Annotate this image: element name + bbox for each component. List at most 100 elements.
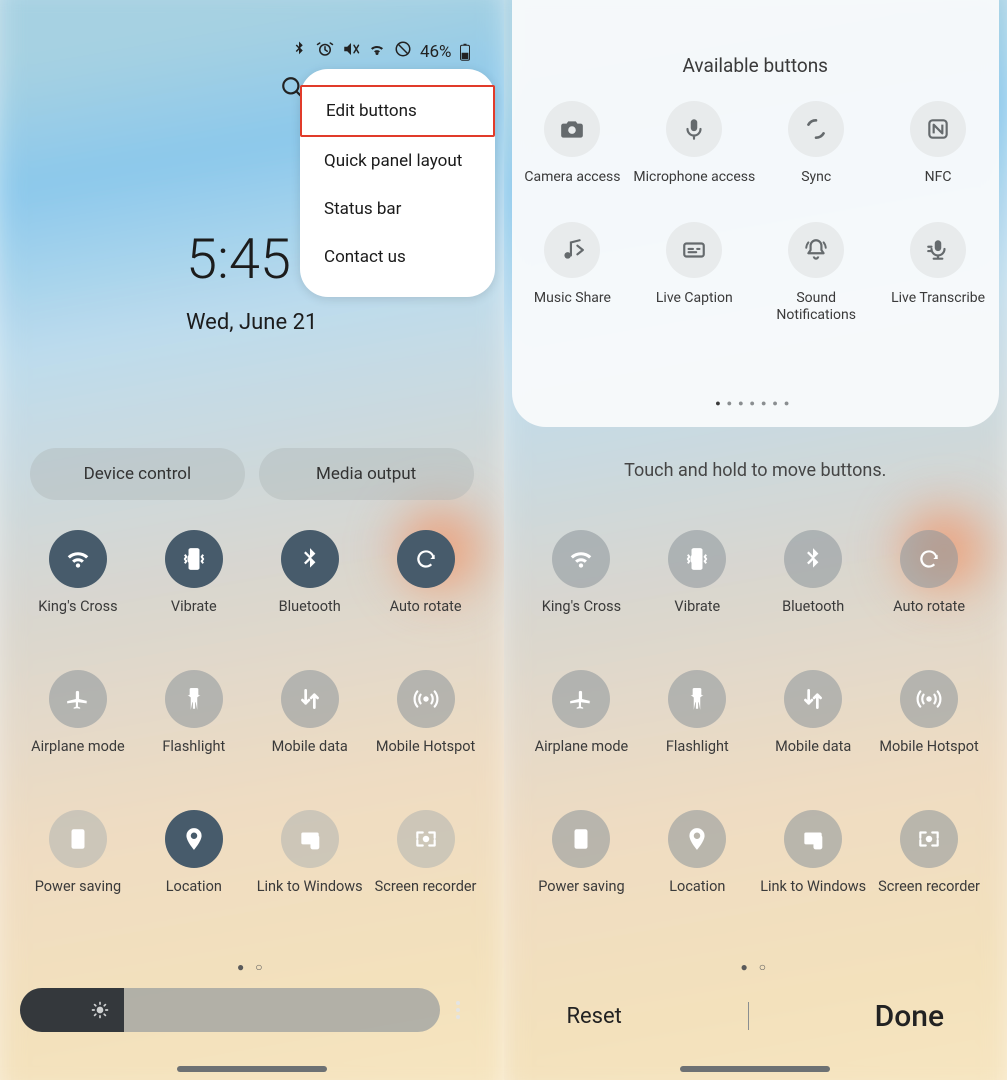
brightness-fill xyxy=(20,988,124,1032)
toggle-flashlight[interactable]: Flashlight xyxy=(136,670,252,770)
toggle-label: Airplane mode xyxy=(31,738,125,770)
quick-toggle-grid: King's Cross Vibrate Bluetooth Auto rota… xyxy=(20,530,484,910)
toggle-label: Vibrate xyxy=(674,598,720,630)
toggle-vibrate[interactable]: Vibrate xyxy=(639,530,755,630)
toggle-linkwindows[interactable]: Link to Windows xyxy=(755,810,871,910)
toggle-bluetooth[interactable]: Bluetooth xyxy=(755,530,871,630)
data-icon xyxy=(784,670,842,728)
available-label: Live Transcribe xyxy=(891,290,985,307)
toggle-location[interactable]: Location xyxy=(136,810,252,910)
wifi-icon xyxy=(368,40,386,63)
caption-icon xyxy=(666,222,722,278)
available-label: Music Share xyxy=(534,290,611,307)
toggle-label: Bluetooth xyxy=(279,598,341,630)
toggle-label: Auto rotate xyxy=(893,598,965,630)
done-button[interactable]: Done xyxy=(875,999,944,1034)
screenrec-icon xyxy=(397,810,455,868)
available-camera[interactable]: Camera access xyxy=(512,101,634,186)
toggle-label: Flashlight xyxy=(666,738,729,770)
toggle-autorotate[interactable]: Auto rotate xyxy=(871,530,987,630)
location-icon xyxy=(165,810,223,868)
current-toggle-grid: King's Cross Vibrate Bluetooth Auto rota… xyxy=(524,530,988,910)
device-control-button[interactable]: Device control xyxy=(30,448,245,500)
toggle-wifi[interactable]: King's Cross xyxy=(20,530,136,630)
toggle-hotspot[interactable]: Mobile Hotspot xyxy=(871,670,987,770)
page-indicator: ● ○ xyxy=(504,960,1007,974)
toggle-hotspot[interactable]: Mobile Hotspot xyxy=(368,670,484,770)
menu-item-contact-us[interactable]: Contact us xyxy=(300,233,495,281)
available-buttons-panel: Available buttons Camera access Micropho… xyxy=(512,0,1000,427)
transcribe-icon xyxy=(910,222,966,278)
toggle-location[interactable]: Location xyxy=(639,810,755,910)
menu-item-quick-panel-layout[interactable]: Quick panel layout xyxy=(300,137,495,185)
media-output-button[interactable]: Media output xyxy=(259,448,474,500)
menu-item-status-bar[interactable]: Status bar xyxy=(300,185,495,233)
toggle-vibrate[interactable]: Vibrate xyxy=(136,530,252,630)
toggle-label: Location xyxy=(669,878,725,910)
reset-button[interactable]: Reset xyxy=(566,1004,621,1029)
toggle-linkwindows[interactable]: Link to Windows xyxy=(252,810,368,910)
toggle-label: Vibrate xyxy=(171,598,217,630)
available-livecaption[interactable]: Live Caption xyxy=(633,222,755,324)
overflow-menu: Edit buttons Quick panel layout Status b… xyxy=(300,69,495,297)
available-page-indicator[interactable]: ●●●●●●● xyxy=(512,398,1000,409)
available-grid: Camera access Microphone access Sync NFC… xyxy=(512,101,1000,323)
wifi-icon xyxy=(49,530,107,588)
available-label: NFC xyxy=(925,169,952,186)
hotspot-icon xyxy=(397,670,455,728)
toggle-autorotate[interactable]: Auto rotate xyxy=(368,530,484,630)
wifi-icon xyxy=(552,530,610,588)
toggle-label: Screen recorder xyxy=(878,878,980,910)
gesture-bar[interactable] xyxy=(680,1066,830,1072)
flash-icon xyxy=(165,670,223,728)
toggle-screenrec[interactable]: Screen recorder xyxy=(871,810,987,910)
airplane-icon xyxy=(552,670,610,728)
power-icon xyxy=(552,810,610,868)
available-soundnotif[interactable]: Sound Notifications xyxy=(755,222,877,324)
available-transcribe[interactable]: Live Transcribe xyxy=(877,222,999,324)
available-title: Available buttons xyxy=(512,54,1000,77)
edit-buttons-screen: Available buttons Camera access Micropho… xyxy=(504,0,1007,1080)
toggle-label: Screen recorder xyxy=(375,878,477,910)
quick-panel-with-menu: 46% Edit buttons Quick panel layout Stat… xyxy=(0,0,504,1080)
toggle-label: Bluetooth xyxy=(782,598,844,630)
battery-percent: 46% xyxy=(420,42,452,62)
data-icon xyxy=(281,670,339,728)
battery-status: 46% xyxy=(420,42,474,62)
toggle-wifi[interactable]: King's Cross xyxy=(524,530,640,630)
separator xyxy=(748,1002,749,1030)
toggle-label: Link to Windows xyxy=(257,878,363,910)
mute-icon xyxy=(342,40,360,63)
menu-item-edit-buttons[interactable]: Edit buttons xyxy=(300,85,495,137)
toggle-mobiledata[interactable]: Mobile data xyxy=(755,670,871,770)
brightness-icon xyxy=(90,1000,110,1020)
toggle-screenrec[interactable]: Screen recorder xyxy=(368,810,484,910)
available-nfc[interactable]: NFC xyxy=(877,101,999,186)
available-label: Sync xyxy=(801,169,831,186)
bluetooth-icon xyxy=(281,530,339,588)
toggle-airplane[interactable]: Airplane mode xyxy=(20,670,136,770)
toggle-airplane[interactable]: Airplane mode xyxy=(524,670,640,770)
gesture-bar[interactable] xyxy=(177,1066,327,1072)
brightness-menu-icon[interactable] xyxy=(446,994,470,1030)
clock-date: Wed, June 21 xyxy=(186,310,317,335)
toggle-label: Power saving xyxy=(538,878,624,910)
available-label: Camera access xyxy=(524,169,620,186)
toggle-bluetooth[interactable]: Bluetooth xyxy=(252,530,368,630)
toggle-powersave[interactable]: Power saving xyxy=(20,810,136,910)
available-musicshare[interactable]: Music Share xyxy=(512,222,634,324)
toggle-mobiledata[interactable]: Mobile data xyxy=(252,670,368,770)
available-label: Live Caption xyxy=(656,290,733,307)
flash-icon xyxy=(668,670,726,728)
toggle-label: Mobile data xyxy=(775,738,851,770)
available-mic[interactable]: Microphone access xyxy=(633,101,755,186)
available-label: Microphone access xyxy=(633,169,755,186)
sync-icon xyxy=(788,101,844,157)
rotate-icon xyxy=(397,530,455,588)
link-icon xyxy=(281,810,339,868)
available-sync[interactable]: Sync xyxy=(755,101,877,186)
toggle-label: Mobile Hotspot xyxy=(376,738,475,770)
brightness-slider[interactable] xyxy=(20,988,440,1032)
toggle-powersave[interactable]: Power saving xyxy=(524,810,640,910)
toggle-flashlight[interactable]: Flashlight xyxy=(639,670,755,770)
